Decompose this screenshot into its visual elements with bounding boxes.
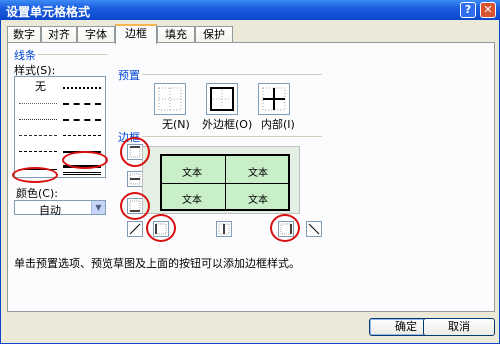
close-button[interactable]: ✕ [480, 2, 496, 18]
preset-inside-icon [262, 87, 286, 111]
line-style-dashed[interactable] [63, 135, 101, 136]
line-group-divider [38, 54, 108, 55]
preset-outline-icon [210, 87, 234, 111]
border-diagonal-down-button[interactable] [306, 221, 322, 237]
preview-grid[interactable]: 文本 文本 文本 文本 [160, 154, 290, 211]
color-select-value: 自动 [39, 204, 61, 217]
border-tab-panel: 线条 样式(S): 无 颜色(C): 自动 ▼ 预置 无(N) 外边框(O) 内… [7, 42, 495, 312]
tab-fill[interactable]: 填充 [157, 26, 195, 43]
diagonal-down-icon [308, 223, 320, 235]
annotation-circle [146, 214, 176, 242]
color-select[interactable]: 自动 ▼ [14, 200, 106, 217]
border-inside-vertical-button[interactable] [216, 221, 232, 237]
border-preview[interactable]: 文本 文本 文本 文本 [142, 146, 300, 214]
annotation-circle [62, 151, 108, 169]
preset-none-label: 无(N) [162, 118, 190, 131]
tab-number[interactable]: 数字 [7, 26, 41, 43]
window-title: 设置单元格格式 [6, 5, 91, 19]
line-style-double[interactable] [63, 172, 101, 175]
tab-border[interactable]: 边框 [115, 24, 157, 44]
diagonal-up-icon [129, 223, 141, 235]
line-style-medium-dashed[interactable] [63, 119, 101, 121]
preview-cell-text: 文本 [182, 168, 202, 179]
line-style-dotted[interactable] [19, 119, 57, 120]
title-bar: 设置单元格格式 ? ✕ [0, 0, 500, 20]
line-style-hair[interactable] [19, 103, 57, 104]
preview-cell-text: 文本 [248, 168, 268, 179]
line-style-dash-dot[interactable] [19, 151, 57, 152]
preset-outline-button[interactable] [206, 83, 238, 115]
preset-inside-button[interactable] [258, 83, 290, 115]
preset-inside-label: 内部(I) [261, 118, 295, 131]
line-style-dash-dot-dot[interactable] [19, 135, 57, 136]
border-inside-vertical-icon [218, 223, 230, 235]
line-style-none[interactable]: 无 [35, 78, 46, 94]
chevron-down-icon[interactable]: ▼ [91, 201, 105, 214]
tab-alignment[interactable]: 对齐 [41, 26, 77, 43]
preview-cell-text: 文本 [182, 195, 202, 206]
preview-cell-text: 文本 [248, 195, 268, 206]
hint-text: 单击预置选项、预览草图及上面的按钮可以添加边框样式。 [14, 257, 300, 270]
tab-font[interactable]: 字体 [77, 26, 115, 43]
presets-divider [142, 74, 322, 75]
tab-protection[interactable]: 保护 [195, 26, 233, 43]
presets-group-title: 预置 [118, 69, 140, 82]
preview-inside-horizontal-line [162, 183, 288, 184]
cancel-button[interactable]: 取消 [423, 318, 495, 336]
border-inside-horizontal-icon [129, 173, 141, 185]
line-style-medium-dash-dot-dot[interactable] [63, 87, 101, 89]
border-diagonal-up-button[interactable] [127, 221, 143, 237]
preset-outline-label: 外边框(O) [202, 118, 253, 131]
annotation-circle [270, 214, 300, 242]
border-inside-horizontal-button[interactable] [127, 171, 143, 187]
line-style-medium-dash-dot[interactable] [63, 103, 101, 105]
preset-none-icon [158, 87, 182, 111]
border-divider [142, 136, 322, 137]
annotation-circle [120, 137, 150, 167]
color-label: 颜色(C): [16, 187, 58, 200]
line-group-title: 线条 [14, 49, 36, 62]
dialog-body: 数字 对齐 字体 边框 填充 保护 线条 样式(S): 无 颜色(C): 自动 … [0, 20, 500, 344]
annotation-circle [12, 167, 58, 183]
annotation-circle [120, 192, 150, 220]
preset-none-button[interactable] [154, 83, 186, 115]
help-button[interactable]: ? [460, 2, 476, 18]
